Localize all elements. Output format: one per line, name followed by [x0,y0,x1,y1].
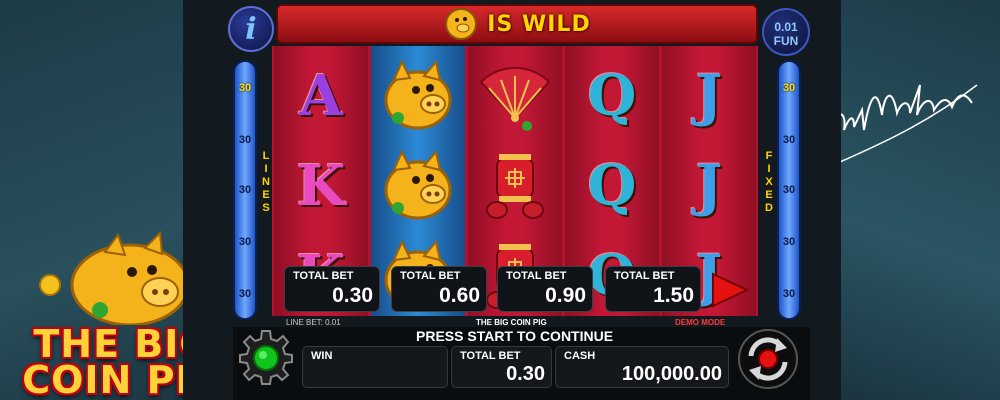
bet-option-value: 0.30 [332,284,373,307]
line-number: 30 [238,288,252,300]
total-bet-value: 0.30 [506,363,545,385]
letter-symbol-text: J [695,153,723,219]
pig-coin-icon [445,8,478,40]
letter-symbol-text: A [299,63,343,129]
letter-symbol-text: Q [587,153,637,219]
bet-option-label: TOTAL BET [506,270,567,282]
win-label: WIN [311,350,333,362]
info-button[interactable]: i [228,6,274,52]
bet-option-label: TOTAL BET [614,270,675,282]
status-message: PRESS START TO CONTINUE [416,328,614,344]
pig-wild-symbol [371,52,465,140]
line-number: 30 [782,134,796,146]
letter-symbol-text: J [695,63,723,129]
wild-banner-text: IS WILD [487,11,591,37]
fixed-label: FIXED [765,150,773,214]
bet-option-label: TOTAL BET [293,270,354,282]
bet-option-4[interactable]: TOTAL BET 1.50 [605,266,701,312]
win-box: WIN [302,346,448,388]
line-number: 30 [238,82,252,94]
line-number: 30 [782,82,796,94]
total-bet-label: TOTAL BET [460,350,521,362]
bet-option-2[interactable]: TOTAL BET 0.60 [391,266,487,312]
line-number: 30 [782,236,796,248]
letter-symbol-text: K [296,153,346,219]
game-name-text: THE BIG COIN PIG [476,318,547,327]
bet-option-value: 0.90 [545,284,586,307]
settings-button[interactable] [237,328,295,386]
denomination-currency: FUN [773,34,799,48]
lines-bar-left: 30 30 30 30 30 [233,60,257,320]
letter-symbol-q: Q [565,142,659,230]
gear-icon [239,330,293,385]
refresh-arrows-icon [738,329,798,389]
denomination-amount: 0.01 [774,20,798,34]
line-number: 30 [782,288,796,300]
cash-box: CASH 100,000.00 [555,346,729,388]
lines-label: LINES [262,150,270,214]
bet-option-value: 0.60 [439,284,480,307]
line-number: 30 [782,184,796,196]
denomination-button[interactable]: 0.01 FUN [762,8,810,56]
letter-symbol-a: A [274,52,368,140]
letter-symbol-k: K [274,142,368,230]
line-number: 30 [238,236,252,248]
cash-value: 100,000.00 [621,363,722,385]
bet-option-3[interactable]: TOTAL BET 0.90 [497,266,593,312]
bet-option-label: TOTAL BET [400,270,461,282]
wild-banner: IS WILD [276,4,758,44]
letter-symbol-text: Q [587,63,637,129]
play-triangle-icon [712,272,749,308]
line-number: 30 [238,184,252,196]
line-number: 30 [238,134,252,146]
letter-symbol-j: J [662,142,756,230]
info-icon: i [245,11,257,47]
letter-symbol-j: J [662,52,756,140]
pig-wild-symbol [371,142,465,230]
bet-option-value: 1.50 [653,284,694,307]
letter-symbol-q: Q [565,52,659,140]
line-bet-text: LINE BET: 0.01 [286,318,341,327]
fan-symbol [468,52,562,140]
cash-label: CASH [564,350,596,362]
demo-mode-text: DEMO MODE [675,318,726,327]
play-button[interactable] [705,270,753,310]
autoplay-button[interactable] [737,328,799,390]
lines-bar-right: 30 30 30 30 30 [777,60,801,320]
lantern-symbol [468,142,562,230]
total-bet-box: TOTAL BET 0.30 [451,346,552,388]
bet-option-1[interactable]: TOTAL BET 0.30 [284,266,380,312]
